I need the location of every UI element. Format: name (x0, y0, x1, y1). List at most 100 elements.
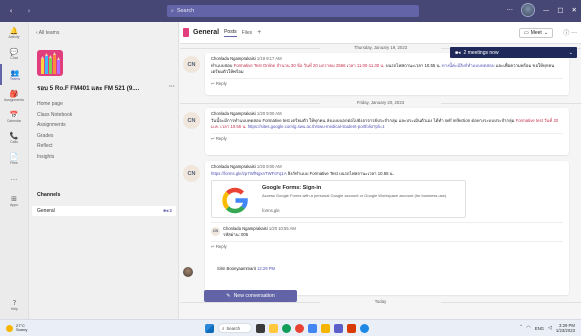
reply-icon: ↩ (211, 136, 215, 142)
file-explorer-icon[interactable] (269, 323, 278, 333)
post-2: Chonlada Ngamprakaisi 1/20 9:00 AM วันนี… (205, 108, 569, 155)
camera-icon: ▭ (523, 30, 529, 36)
author-avatar[interactable]: CN (183, 112, 200, 129)
appbar-label: Calendar (6, 118, 22, 123)
post-link[interactable]: https://forms.gle/zp7WfNgxnTWFcFq1A (211, 171, 286, 176)
apps-icon: ⊞ (11, 194, 17, 203)
search-box[interactable]: ⌕ Search (167, 5, 419, 17)
chevron-down-icon[interactable]: ⌄ (569, 50, 573, 56)
meet-button[interactable]: ▭ Meet ⌄ (519, 28, 553, 38)
author-avatar[interactable]: CN (183, 56, 200, 73)
team-logo (37, 50, 63, 76)
appbar-label: Apps (10, 202, 18, 207)
team-name[interactable]: รอบ 5 Ro.F FM401 และ FM 521 (9.... ··· (37, 83, 175, 93)
taskbar-search[interactable]: ⌕ Search (218, 323, 252, 333)
clock-date: 1/23/2023 (555, 328, 575, 333)
video-icon: ■◂ (455, 49, 461, 56)
search-icon: ⌕ (171, 8, 174, 14)
post-body: วันนี้จะมีการทำแบบทดสอบ Formative test เ… (211, 117, 559, 129)
appbar-item-teams[interactable]: 👥 Teams (0, 64, 28, 85)
post-time: 1/19 9:17 AM (256, 56, 282, 61)
post-link[interactable]: ทางนี้ค่ะมีลิงก์ทำแบบทดสอบ (442, 63, 495, 68)
channel-general[interactable]: General ■◂ 2 (32, 206, 176, 216)
post-author[interactable]: Chonlada Ngamprakaisi (211, 56, 256, 61)
team-link-reflect[interactable]: Reflect (37, 141, 72, 152)
header-more-icon[interactable]: ··· (571, 30, 577, 37)
maximize-icon[interactable]: □ (557, 6, 563, 14)
link-preview-card[interactable]: Google Forms: Sign-in Access Google Form… (211, 179, 466, 218)
appbar-item-[interactable]: ··· (0, 169, 28, 190)
appbar-item-chat[interactable]: 💬 Chat (0, 43, 28, 64)
channel-title: General (193, 29, 220, 36)
search-icon: ⌕ (222, 325, 225, 331)
teams-taskbar-icon[interactable] (334, 323, 343, 333)
tray-chevron-icon[interactable]: ˄ (520, 325, 523, 331)
wifi-icon[interactable]: ◠ (526, 325, 530, 331)
chrome-icon[interactable] (295, 323, 304, 333)
weather-desc: Sunny (16, 327, 28, 332)
team-link-insights[interactable]: Insights (37, 152, 72, 163)
author-avatar[interactable]: CN (183, 165, 200, 182)
team-link-assignments[interactable]: Assignments (37, 120, 72, 131)
post-author[interactable]: Chonlada Ngamprakaisi (211, 164, 256, 169)
minimize-icon[interactable]: — (543, 6, 550, 14)
help-button[interactable]: ? Help (0, 294, 29, 315)
teams-window: ‹ › ⌕ Search ··· — □ ✕ 🔔 Activity 💬 Chat 👥 Te… (0, 0, 581, 336)
clock[interactable]: 3:29 PM 1/23/2023 (556, 323, 575, 333)
meetings-banner[interactable]: ■◂ 2 meetings now ⌄ (450, 47, 577, 58)
post-author[interactable]: Sirin Boonyaammarit (217, 266, 256, 271)
appbar-item-files[interactable]: 📄 Files (0, 148, 28, 169)
channel-header: General Posts Files + ▭ Meet ⌄ ⓘ ··· (180, 22, 581, 44)
post-time: 1/20 9:00 AM (256, 164, 282, 169)
add-tab-button[interactable]: + (257, 29, 261, 36)
reply-text: รหัสผ่าน: 005 (223, 232, 249, 237)
all-teams-link[interactable]: ‹ All teams (36, 30, 59, 36)
compose-icon: ✎ (226, 293, 231, 299)
folder-icon[interactable] (321, 323, 330, 333)
info-icon[interactable]: ⓘ (563, 30, 569, 37)
reply-button[interactable]: ↩ Reply (211, 132, 563, 142)
edge-icon[interactable] (282, 323, 291, 333)
reply-item: CN Chonlada Ngamprakaisi 1/20 10:55 AM ร… (211, 221, 563, 239)
language-indicator[interactable]: ENG (535, 326, 544, 331)
team-link-grades[interactable]: Grades (37, 131, 72, 142)
tab-posts[interactable]: Posts (224, 29, 237, 37)
appbar-item-assignments[interactable]: 🎒 Assignments (0, 85, 28, 106)
appbar-item-activity[interactable]: 🔔 Activity (0, 22, 28, 43)
appbar-item-calls[interactable]: 📞 Calls (0, 127, 28, 148)
reply-author[interactable]: Chonlada Ngamprakaisi (223, 226, 268, 231)
post-link[interactable]: https://sites.google.com/g.swu.ac.th/swu… (248, 124, 385, 129)
window-controls: ··· — □ ✕ (507, 3, 577, 17)
team-link-home-page[interactable]: Home page (37, 99, 72, 110)
post-author[interactable]: Chonlada Ngamprakaisi (211, 111, 256, 116)
store-icon[interactable] (308, 323, 317, 333)
reply-avatar[interactable]: CN (211, 226, 220, 236)
tab-files[interactable]: Files (242, 30, 253, 36)
author-photo-avatar[interactable] (183, 267, 193, 277)
appbar-label: Teams (9, 76, 21, 81)
reply-icon: ↩ (211, 245, 215, 250)
app-icon[interactable] (360, 323, 369, 333)
team-link-class-notebook[interactable]: Class Notebook (37, 110, 72, 121)
close-icon[interactable]: ✕ (572, 6, 577, 14)
speaker-icon[interactable]: ◁ (548, 325, 552, 331)
more-options-icon[interactable]: ··· (507, 6, 513, 14)
post-body: https://forms.gle/zp7WfNgxnTWFcFq1A ลิงก… (211, 170, 394, 176)
appbar-item-calendar[interactable]: 📅 Calendar (0, 106, 28, 127)
phone-icon: 📞 (9, 131, 19, 140)
reply-button[interactable]: ↩ Reply (211, 241, 563, 250)
chevron-down-icon: ⌄ (543, 30, 549, 36)
weather-widget[interactable]: 27°C Sunny (6, 323, 28, 333)
windows-start-icon[interactable] (205, 323, 214, 333)
team-more-icon[interactable]: ··· (169, 83, 175, 93)
reply-button[interactable]: ↩ Reply (211, 77, 563, 87)
back-arrow-icon[interactable]: ‹ (0, 7, 22, 15)
profile-avatar[interactable] (520, 3, 535, 17)
post-1: Chonlada Ngamprakaisi 1/19 9:17 AM ทำแบบ… (205, 53, 569, 95)
task-view-icon[interactable] (256, 323, 265, 333)
meet-label: Meet (530, 30, 542, 36)
appbar-item-apps[interactable]: ⊞ Apps (0, 190, 28, 211)
forward-arrow-icon[interactable]: › (22, 7, 36, 15)
new-conversation-button[interactable]: ✎ New conversation (204, 290, 297, 302)
powerpoint-icon[interactable] (347, 323, 356, 333)
